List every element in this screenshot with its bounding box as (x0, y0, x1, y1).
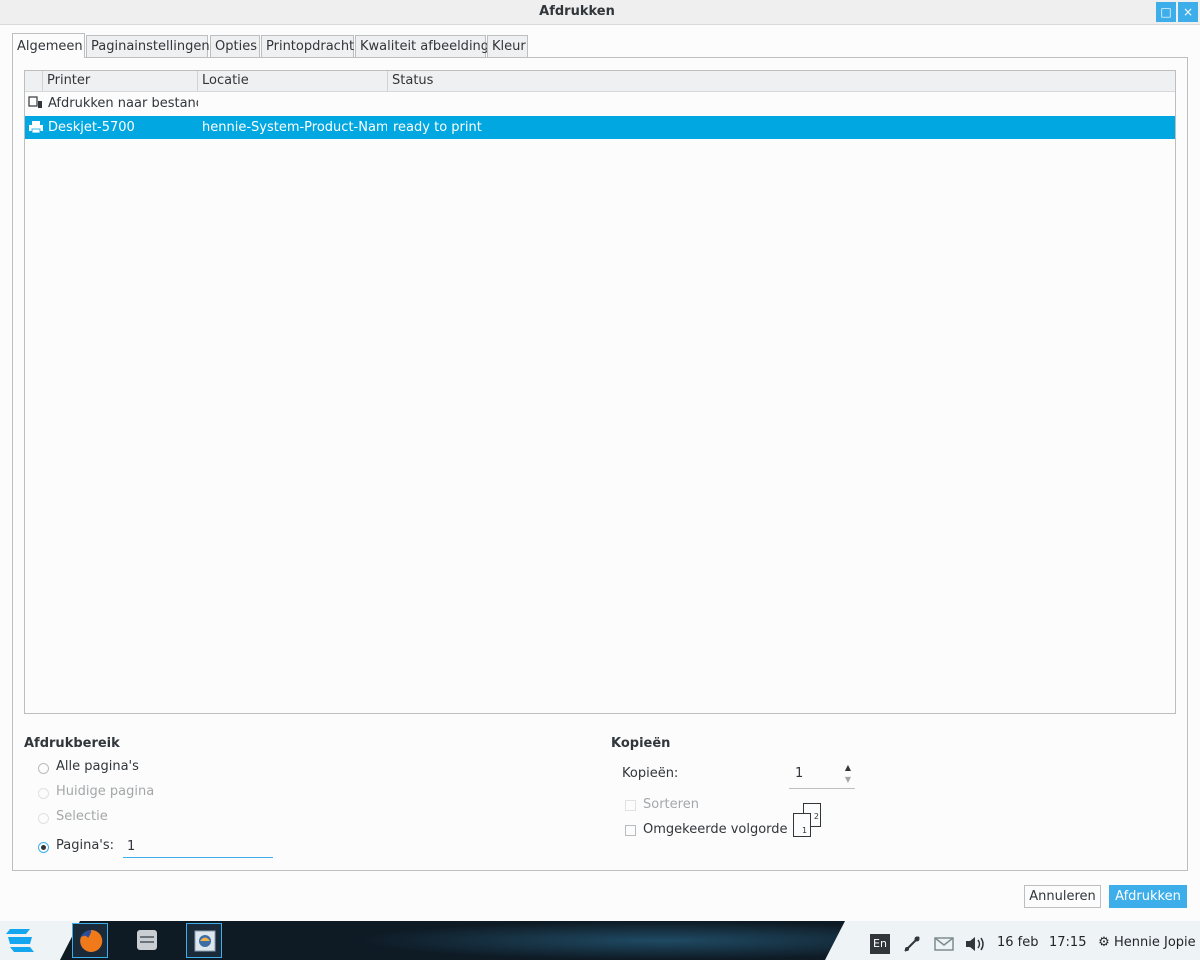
tray-user[interactable]: Hennie Jopie (1114, 935, 1196, 950)
file-printer-icon (28, 96, 42, 108)
reverse-order-label[interactable]: Omgekeerde volgorde (643, 822, 788, 837)
radio-pages-label[interactable]: Pagina's: (56, 838, 114, 853)
printer-location: hennie-System-Product-Name (202, 120, 387, 135)
volume-icon[interactable] (964, 935, 986, 953)
printer-name: Afdrukken naar bestand (48, 96, 198, 111)
page-number-1: 1 (802, 826, 808, 835)
close-button[interactable]: × (1178, 2, 1198, 22)
tab-algemeen[interactable]: Algemeen (12, 33, 85, 58)
print-range-title: Afdrukbereik (24, 736, 120, 751)
tray-date[interactable]: 16 feb (997, 935, 1039, 950)
pages-input[interactable] (123, 836, 273, 858)
column-header-printer[interactable]: Printer (43, 71, 198, 91)
window-title: Afdrukken (539, 4, 615, 19)
page-number-2: 2 (813, 812, 819, 821)
radio-all-pages-label[interactable]: Alle pagina's (56, 759, 139, 774)
gear-icon[interactable]: ⚙ (1096, 935, 1112, 950)
cancel-button[interactable]: Annuleren (1024, 885, 1101, 908)
radio-all-pages[interactable] (38, 763, 49, 774)
file-manager-icon (137, 930, 157, 950)
taskbar-firefox[interactable] (72, 923, 108, 958)
tray-time[interactable]: 17:15 (1049, 935, 1086, 950)
radio-pages[interactable] (38, 842, 49, 853)
start-menu-button[interactable] (0, 921, 80, 960)
close-icon: × (1182, 5, 1194, 19)
keyboard-layout-indicator[interactable]: En (870, 934, 890, 954)
zorin-logo-icon (6, 929, 34, 952)
radio-current-page (38, 788, 49, 799)
spin-up-icon[interactable]: ▲ (843, 764, 853, 772)
header-spacer (25, 71, 43, 91)
copies-value: 1 (795, 766, 804, 781)
tab-paginainstellingen[interactable]: Paginainstellingen (86, 35, 210, 57)
column-header-status[interactable]: Status (388, 71, 1175, 91)
tab-kleur[interactable]: Kleur (487, 35, 528, 57)
network-icon[interactable] (902, 934, 922, 954)
tab-printopdracht[interactable]: Printopdracht (261, 35, 354, 57)
printer-icon (29, 121, 43, 134)
copies-label: Kopieën: (622, 766, 679, 781)
tab-opties[interactable]: Opties (210, 35, 260, 57)
column-header-locatie[interactable]: Locatie (198, 71, 388, 91)
printer-name: Deskjet-5700 (48, 120, 135, 135)
printer-row-file[interactable]: Afdrukken naar bestand (25, 92, 1175, 115)
spin-down-icon[interactable]: ▼ (843, 776, 853, 784)
taskbar-background (350, 921, 870, 960)
radio-current-page-label: Huidige pagina (56, 784, 155, 799)
printer-list[interactable]: Printer Locatie Status Afdrukken naar be… (24, 70, 1176, 714)
firefox-icon (80, 929, 103, 952)
collate-label: Sorteren (643, 797, 699, 812)
printer-row-deskjet[interactable]: Deskjet-5700 hennie-System-Product-Name … (25, 116, 1175, 139)
thunderbird-icon (194, 930, 216, 952)
printer-list-header: Printer Locatie Status (25, 71, 1175, 92)
maximize-button[interactable]: □ (1156, 2, 1176, 22)
copies-title: Kopieën (611, 736, 671, 751)
radio-selection-label: Selectie (56, 809, 108, 824)
maximize-icon: □ (1160, 5, 1172, 19)
reverse-order-checkbox[interactable] (625, 825, 636, 836)
tab-kwaliteit-afbeelding[interactable]: Kwaliteit afbeelding (355, 35, 489, 57)
radio-selection (38, 813, 49, 824)
title-bar: Afdrukken □ × (0, 0, 1200, 25)
copies-spinbox[interactable]: 1 ▲ ▼ (789, 762, 855, 789)
print-button[interactable]: Afdrukken (1109, 885, 1187, 908)
taskbar-file-manager[interactable] (129, 923, 165, 958)
taskbar-thunderbird[interactable] (186, 923, 222, 958)
mail-icon[interactable] (934, 936, 954, 952)
collate-checkbox (625, 800, 636, 811)
collate-pages-icon: 2 1 (793, 803, 823, 837)
printer-status: ready to print (393, 120, 482, 135)
